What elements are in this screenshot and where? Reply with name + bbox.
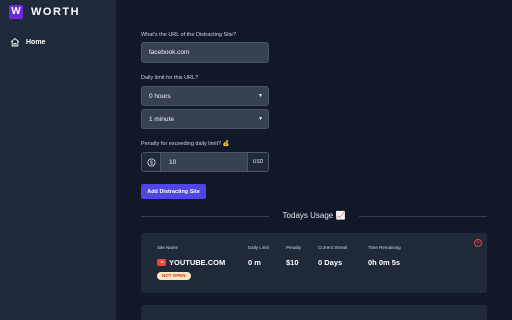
col-penalty: Penalty bbox=[286, 245, 302, 250]
youtube-icon bbox=[157, 259, 166, 266]
chevron-down-icon: ▼ bbox=[258, 93, 263, 99]
minutes-select[interactable]: 1 minute ▼ bbox=[141, 109, 269, 129]
usage-title: Todays Usage 📈 bbox=[278, 211, 350, 220]
sidebar-item-label: Home bbox=[26, 38, 46, 46]
main-content: What's the URL of the Distracting Site? … bbox=[116, 0, 512, 320]
penalty-input[interactable]: 10 bbox=[161, 152, 247, 172]
minutes-value: 1 minute bbox=[149, 115, 174, 123]
add-distracting-site-button[interactable]: Add Distracting Site bbox=[141, 184, 206, 199]
brand[interactable]: W WORTH bbox=[9, 5, 80, 19]
penalty-label: Penalty for exceeding daily limit? 💰 bbox=[141, 141, 230, 147]
penalty-input-group: $ 10 USD bbox=[141, 152, 269, 172]
penalty-value: $10 bbox=[286, 258, 299, 267]
daily-limit-value: 0 m bbox=[248, 258, 261, 267]
site-name: YOUTUBE.COM bbox=[169, 258, 226, 267]
url-label: What's the URL of the Distracting Site? bbox=[141, 32, 236, 38]
usage-divider: Todays Usage 📈 bbox=[141, 211, 487, 221]
currency-suffix: USD bbox=[247, 152, 269, 172]
currency-addon: $ bbox=[141, 152, 161, 172]
col-current-streak: Current Streak bbox=[318, 245, 348, 250]
hours-select[interactable]: 0 hours ▼ bbox=[141, 86, 269, 106]
usage-card: Site Name Daily Limit Penalty Current St… bbox=[141, 233, 487, 293]
col-daily-limit: Daily Limit bbox=[248, 245, 269, 250]
daily-limit-label: Daily limit for this URL? bbox=[141, 75, 199, 81]
col-site-name: Site Name bbox=[157, 245, 179, 250]
site-name-cell: YOUTUBE.COM bbox=[157, 258, 225, 267]
logo-icon: W bbox=[9, 5, 23, 19]
home-icon bbox=[10, 37, 20, 47]
svg-text:$: $ bbox=[150, 160, 153, 166]
usage-card-next bbox=[141, 305, 487, 320]
current-streak-value: 0 Days bbox=[318, 258, 343, 267]
close-icon[interactable]: ✕ bbox=[474, 239, 482, 247]
time-remaining-value: 0h 0m 5s bbox=[368, 258, 401, 267]
sidebar-item-home[interactable]: Home bbox=[10, 37, 45, 47]
brand-name: WORTH bbox=[31, 6, 81, 18]
dollar-circle-icon: $ bbox=[147, 158, 155, 166]
hours-value: 0 hours bbox=[149, 92, 171, 100]
status-badge: NOT OPEN bbox=[157, 272, 191, 280]
sidebar: W WORTH Home bbox=[0, 0, 116, 320]
col-time-remaining: Time Remaining bbox=[368, 245, 401, 250]
url-input[interactable]: facebook.com bbox=[141, 42, 269, 63]
chevron-down-icon: ▼ bbox=[258, 116, 263, 122]
